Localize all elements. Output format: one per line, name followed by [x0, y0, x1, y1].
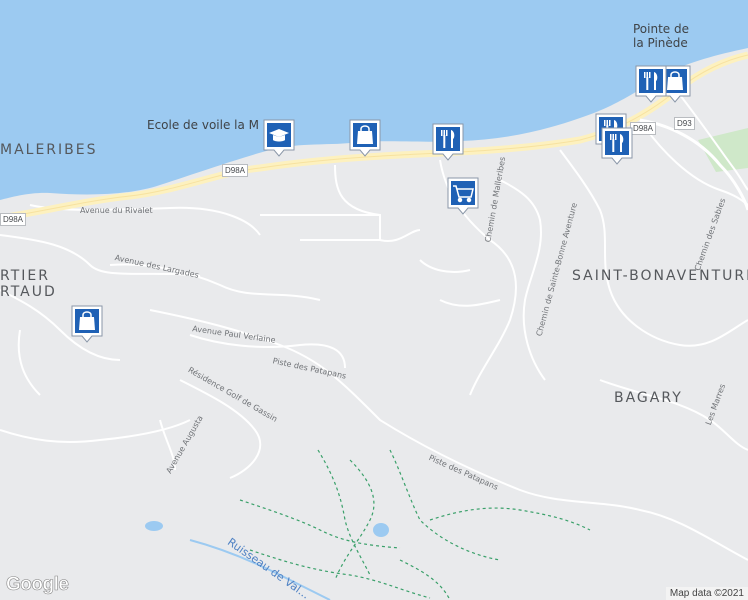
- route-shield: D93: [674, 117, 695, 130]
- route-shield: D98A: [0, 213, 27, 226]
- district-label: BAGARY: [614, 390, 683, 406]
- pointe-label: la Pinède: [633, 36, 688, 50]
- district-label: RTAUD: [0, 284, 57, 300]
- google-logo[interactable]: Google: [6, 574, 70, 596]
- pond: [373, 523, 389, 537]
- pointe-label: Pointe de: [633, 22, 689, 36]
- shopping-marker[interactable]: [70, 304, 104, 344]
- pond: [145, 521, 163, 531]
- route-shield: D98A: [222, 164, 249, 177]
- grocery-marker[interactable]: [446, 176, 480, 216]
- restaurant-marker[interactable]: [431, 122, 465, 162]
- district-label: SAINT-BONAVENTURE: [572, 268, 748, 284]
- shopping-marker[interactable]: [348, 118, 382, 158]
- restaurant-marker[interactable]: [600, 126, 634, 166]
- map-attribution[interactable]: Map data ©2021: [665, 587, 748, 600]
- district-label: MALERIBES: [0, 142, 98, 158]
- school-marker[interactable]: [262, 118, 296, 158]
- sailing-school-label[interactable]: Ecole de voile la M: [147, 118, 259, 132]
- restaurant-marker[interactable]: [634, 64, 668, 104]
- district-label: RTIER: [0, 268, 50, 284]
- map-canvas[interactable]: RTIER RTAUD MALERIBES SAINT-BONAVENTURE …: [0, 0, 748, 600]
- street-label: Avenue du Rivalet: [80, 206, 153, 215]
